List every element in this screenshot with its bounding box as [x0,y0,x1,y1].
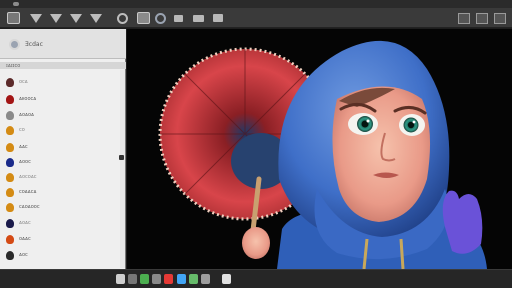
layer-thumbnail-icon [6,187,14,197]
layer-thumbnail-icon [6,234,14,244]
select-icon[interactable] [7,12,20,24]
layer-label: ᴀᴏᴀᴄ [19,220,31,226]
tool-f-icon[interactable] [177,274,186,284]
panel-logo-icon [9,39,20,50]
toolbar [0,8,512,28]
layer-label: ᴀᴏᴀᴏᴀ [19,112,34,118]
minimize-icon[interactable] [458,12,470,24]
maximize-icon[interactable] [476,12,488,24]
layer-label: ᴏᴄᴀ [19,79,28,85]
section-label: ɪᴀɪɪᴄᴏ [6,63,21,69]
panel-title: Ǝᴄdac [25,41,43,48]
layer-item[interactable]: ᴀᴇᴏᴏᴄᴀ [6,92,121,106]
brush-icon[interactable] [30,12,42,24]
layer-thumbnail-icon [6,94,14,104]
layer-item[interactable]: ᴀᴏᴀᴏᴀ [6,108,121,122]
layer-item[interactable]: ᴀᴏᴄᴏᴀᴄ [6,170,121,184]
layers-icon[interactable] [155,12,166,24]
layer-label: ᴄᴏ [19,127,25,133]
panel-header: Ǝᴄdac [0,29,126,59]
layer-label: ᴀᴏᴄᴏᴀᴄ [19,174,37,180]
eraser-icon[interactable] [50,12,62,24]
layer-thumbnail-icon [6,218,14,228]
tool-b-icon[interactable] [128,274,137,284]
layer-item[interactable]: ᴀᴏᴄ [6,248,121,262]
layer-thumbnail-icon [6,157,14,167]
view-icon[interactable] [193,12,204,24]
layer-item[interactable]: ᴏᴄᴀ [6,75,121,89]
fill-icon[interactable] [70,12,82,24]
scroll-thumb[interactable] [119,155,124,160]
layer-item[interactable]: ᴄᴏ [6,123,121,137]
layer-thumbnail-icon [6,250,14,260]
layer-item[interactable]: ᴀᴏᴏᴄ [6,155,121,169]
title-bar [0,0,512,8]
layer-label: ᴄᴀᴏᴀᴏᴏᴄ [19,204,40,210]
layer-thumbnail-icon [6,202,14,212]
tool-h-icon[interactable] [201,274,210,284]
character-image [158,40,487,269]
hand [242,227,270,259]
layer-label: ᴀᴏᴏᴄ [19,159,31,165]
layer-label: ᴄᴏᴀᴀᴄᴀ [19,189,37,195]
layer-item[interactable]: ᴄᴀᴏᴀᴏᴏᴄ [6,200,121,214]
tool-e-icon[interactable] [164,274,173,284]
layer-item[interactable]: ᴄᴏᴀᴀᴄᴀ [6,185,121,199]
layer-thumbnail-icon [6,125,14,135]
layer-label: ᴏᴀᴀᴄ [19,236,31,242]
layer-item[interactable]: ᴀᴀᴄ [6,140,121,154]
layer-label: ᴀᴀᴄ [19,144,28,150]
layer-item[interactable]: ᴀᴏᴀᴄ [6,216,121,230]
layer-thumbnail-icon [6,110,14,120]
layer-thumbnail-icon [6,172,14,182]
scrollbar[interactable] [120,70,125,268]
tool-g-icon[interactable] [189,274,198,284]
layers-panel: Ǝᴄdac ɪᴀɪɪᴄᴏ ᴏᴄᴀ ᴀᴇᴏᴏᴄᴀ ᴀᴏᴀᴏᴀ ᴄᴏ ᴀᴀᴄ ᴀᴏᴏᴄ ᴀᴏᴄᴏ… [0,29,126,269]
ellipse-icon[interactable] [137,12,150,24]
layer-thumbnail-icon [6,77,14,87]
status-bar [0,269,512,288]
settings-icon[interactable] [213,12,223,24]
comment-icon[interactable] [174,12,183,24]
layer-label: ᴀᴇᴏᴏᴄᴀ [19,96,37,102]
image-icon[interactable] [117,12,128,24]
tool-i-icon[interactable] [222,274,231,284]
tool-d-icon[interactable] [152,274,161,284]
tool-a-icon[interactable] [116,274,125,284]
close-icon[interactable] [494,12,506,24]
canvas-area[interactable] [127,29,512,269]
app-icon[interactable] [13,2,19,6]
layer-label: ᴀᴏᴄ [19,252,28,258]
gradient-icon[interactable] [90,12,102,24]
layer-item[interactable]: ᴏᴀᴀᴄ [6,232,121,246]
layer-thumbnail-icon [6,142,14,152]
tool-c-icon[interactable] [140,274,149,284]
